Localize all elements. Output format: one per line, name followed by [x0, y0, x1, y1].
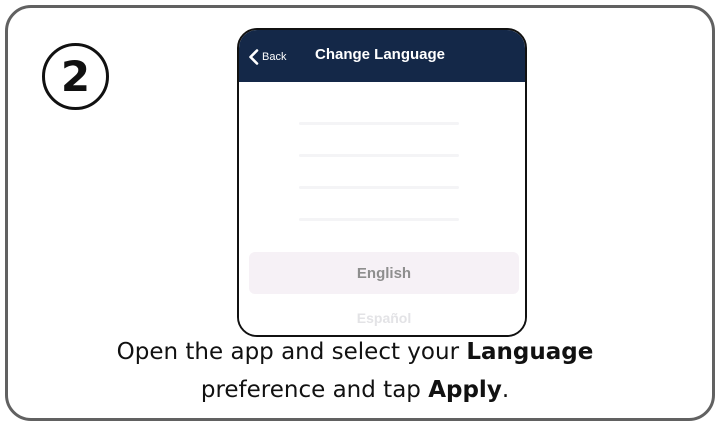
language-option-espanol[interactable]: Español [249, 306, 519, 330]
caption-text: . [501, 377, 510, 403]
caption-line-2: preference and tap Apply. [0, 371, 710, 409]
phone-screenshot: Back Change Language English Español [237, 28, 527, 337]
picker-faded-row [299, 122, 459, 125]
caption-text: preference and tap [200, 377, 429, 403]
language-picker[interactable]: English Español [239, 82, 525, 335]
caption-emphasis-apply: Apply [428, 377, 502, 403]
language-option-english[interactable]: English [249, 252, 519, 294]
instruction-caption: Open the app and select your Language pr… [0, 333, 710, 409]
navigation-bar: Back Change Language [239, 30, 525, 82]
picker-faded-row [299, 218, 459, 221]
step-number-badge: 2 [42, 43, 109, 110]
caption-text: Open the app and select your [116, 339, 467, 365]
picker-faded-row [299, 154, 459, 157]
caption-emphasis-language: Language [466, 339, 594, 365]
language-option-label: English [356, 264, 412, 282]
screen-title: Change Language [315, 46, 446, 63]
step-number: 2 [60, 52, 91, 101]
picker-faded-row [299, 186, 459, 189]
caption-line-1: Open the app and select your Language [0, 333, 710, 371]
language-option-label: Español [356, 310, 412, 326]
back-button-label: Back [262, 51, 287, 63]
back-button[interactable]: Back [248, 47, 286, 67]
chevron-left-icon [249, 49, 259, 65]
